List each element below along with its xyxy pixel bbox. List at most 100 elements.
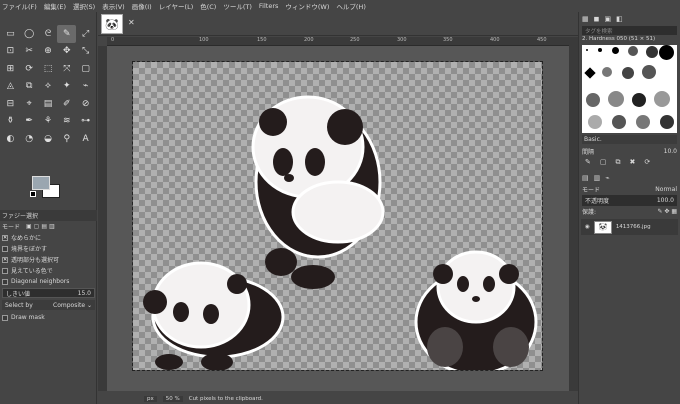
tag-search-input[interactable]: タグを検索	[582, 26, 677, 35]
brush-set-select[interactable]: Basic.	[582, 135, 677, 144]
diagonal-row[interactable]: Diagonal neighbors	[0, 276, 97, 287]
tool-button[interactable]: ▭	[1, 25, 20, 43]
tool-button[interactable]: ⚲	[57, 130, 76, 148]
tool-button[interactable]: ⌁	[76, 78, 95, 96]
reset-colors-icon[interactable]	[30, 191, 36, 197]
select-by-dropdown[interactable]: Select by Composite ⌄	[2, 300, 95, 310]
diagonal-checkbox[interactable]	[2, 278, 8, 285]
mode-label: モード	[2, 224, 21, 231]
refresh-brush-icon[interactable]: ⟳	[644, 158, 650, 166]
draw-mask-row[interactable]: Draw mask	[0, 312, 97, 323]
tool-button[interactable]: ⤧	[57, 60, 76, 78]
brush-actions: ✎ ▢ ⧉ ✖ ⟳	[579, 157, 680, 167]
tool-button[interactable]: A	[76, 130, 95, 148]
menu-select[interactable]: 選択(S)	[73, 1, 95, 11]
status-message: Cut pixels to the clipboard.	[188, 396, 263, 402]
tool-button[interactable]: ⤡	[76, 43, 95, 61]
tool-button[interactable]: ⟡	[39, 78, 58, 96]
tool-button[interactable]: ⊞	[1, 60, 20, 78]
tool-button[interactable]: ✐	[57, 95, 76, 113]
foreground-color[interactable]	[32, 176, 50, 190]
tool-button[interactable]: ✦	[57, 78, 76, 96]
tool-button[interactable]: ⊟	[1, 95, 20, 113]
tool-button[interactable]: ⊘	[76, 95, 95, 113]
threshold-value: 15.0	[77, 289, 91, 297]
menu-file[interactable]: ファイル(F)	[2, 1, 37, 11]
tool-button[interactable]: ✂	[20, 43, 39, 61]
channels-tab-icon[interactable]: ▥	[594, 174, 601, 182]
tool-button[interactable]: ⚱	[1, 113, 20, 131]
tool-button[interactable]: ⚘	[39, 113, 58, 131]
antialias-row[interactable]: ✕ なめらかに	[0, 232, 97, 243]
tool-button[interactable]: ◐	[1, 130, 20, 148]
tool-button[interactable]: ◔	[20, 130, 39, 148]
menu-filters[interactable]: Filters	[259, 2, 278, 10]
history-tab-icon[interactable]: ◧	[616, 15, 623, 23]
sample-merged-row[interactable]: 見えている色で	[0, 265, 97, 276]
delete-brush-icon[interactable]: ✖	[630, 158, 636, 166]
layer-row[interactable]: ◉ 🐼 1413766.jpg	[581, 219, 678, 235]
opacity-slider[interactable]: 不透明度 100.0	[582, 195, 677, 206]
unit-select[interactable]: px	[144, 396, 157, 402]
menu-help[interactable]: ヘルプ(H)	[336, 1, 365, 11]
tool-button[interactable]: ⊶	[76, 113, 95, 131]
mode-buttons-icon[interactable]: ▣▢▤▥	[26, 223, 57, 230]
image-canvas[interactable]	[132, 61, 543, 376]
tool-button[interactable]: ⧉	[20, 78, 39, 96]
eye-icon[interactable]: ◉	[585, 224, 590, 230]
close-icon[interactable]: ✕	[128, 18, 135, 27]
menu-image[interactable]: 画像(I)	[132, 1, 152, 11]
tool-button[interactable]: ◯	[20, 25, 39, 43]
transparent-row[interactable]: ✕ 透明部分も選択可	[0, 254, 97, 265]
tool-button[interactable]: ⊡	[1, 43, 20, 61]
ruler-tick: 0	[111, 37, 115, 43]
vertical-scrollbar[interactable]	[569, 37, 578, 391]
tool-button[interactable]: ⊕	[39, 43, 58, 61]
layer-mode-row[interactable]: モード Normal	[579, 184, 680, 195]
brush-grid[interactable]	[582, 45, 677, 133]
tool-button[interactable]: ⬚	[39, 60, 58, 78]
zoom-select[interactable]: 50 %	[162, 396, 183, 402]
canvas-area[interactable]	[107, 46, 569, 391]
fonts-tab-icon[interactable]: ▣	[604, 15, 611, 23]
duplicate-brush-icon[interactable]: ⧉	[616, 158, 621, 167]
color-swatches[interactable]	[30, 174, 62, 200]
patterns-tab-icon[interactable]: ◼	[594, 15, 600, 23]
tool-button[interactable]: ≋	[57, 113, 76, 131]
tool-button[interactable]: ✎	[57, 25, 77, 43]
tool-button[interactable]: ᘓ	[39, 25, 58, 43]
sample-merged-checkbox[interactable]	[2, 267, 8, 274]
lock-row: 保護: ✎ ✥ ▦	[579, 206, 680, 217]
draw-mask-checkbox[interactable]	[2, 314, 8, 321]
menu-windows[interactable]: ウィンドウ(W)	[285, 1, 329, 11]
edit-brush-icon[interactable]: ✎	[585, 158, 591, 166]
antialias-checkbox[interactable]: ✕	[2, 234, 8, 241]
tool-button[interactable]: ⤢	[76, 25, 95, 43]
menu-edit[interactable]: 編集(E)	[44, 1, 66, 11]
lock-icons[interactable]: ✎ ✥ ▦	[657, 208, 677, 215]
layer-name[interactable]: 1413766.jpg	[616, 224, 651, 230]
menu-view[interactable]: 表示(V)	[102, 1, 125, 11]
transparent-checkbox[interactable]: ✕	[2, 256, 8, 263]
new-brush-icon[interactable]: ▢	[600, 158, 607, 166]
brushes-tab-icon[interactable]: ▦	[582, 15, 589, 23]
tool-button[interactable]: ⌖	[20, 95, 39, 113]
tool-button[interactable]: ▤	[39, 95, 58, 113]
paths-tab-icon[interactable]: ⌁	[605, 174, 609, 182]
spacing-label: 間隔	[582, 149, 595, 156]
layers-tab-icon[interactable]: ▤	[582, 174, 589, 182]
threshold-slider[interactable]: しきい値 15.0	[2, 288, 95, 298]
feather-checkbox[interactable]	[2, 245, 8, 252]
image-tab-thumbnail[interactable]: 🐼	[101, 14, 123, 34]
menu-layer[interactable]: レイヤー(L)	[159, 1, 194, 11]
tool-button[interactable]: ⟳	[20, 60, 39, 78]
feather-row[interactable]: 境界をぼかす	[0, 243, 97, 254]
tool-button[interactable]: ▢	[76, 60, 95, 78]
tool-button[interactable]: ✒	[20, 113, 39, 131]
tool-button[interactable]: ◒	[39, 130, 58, 148]
menu-tools[interactable]: ツール(T)	[223, 1, 252, 11]
spacing-row[interactable]: 間隔 10.0	[579, 146, 680, 157]
menu-colors[interactable]: 色(C)	[200, 1, 216, 11]
tool-button[interactable]: ✥	[57, 43, 76, 61]
tool-button[interactable]: ◬	[1, 78, 20, 96]
